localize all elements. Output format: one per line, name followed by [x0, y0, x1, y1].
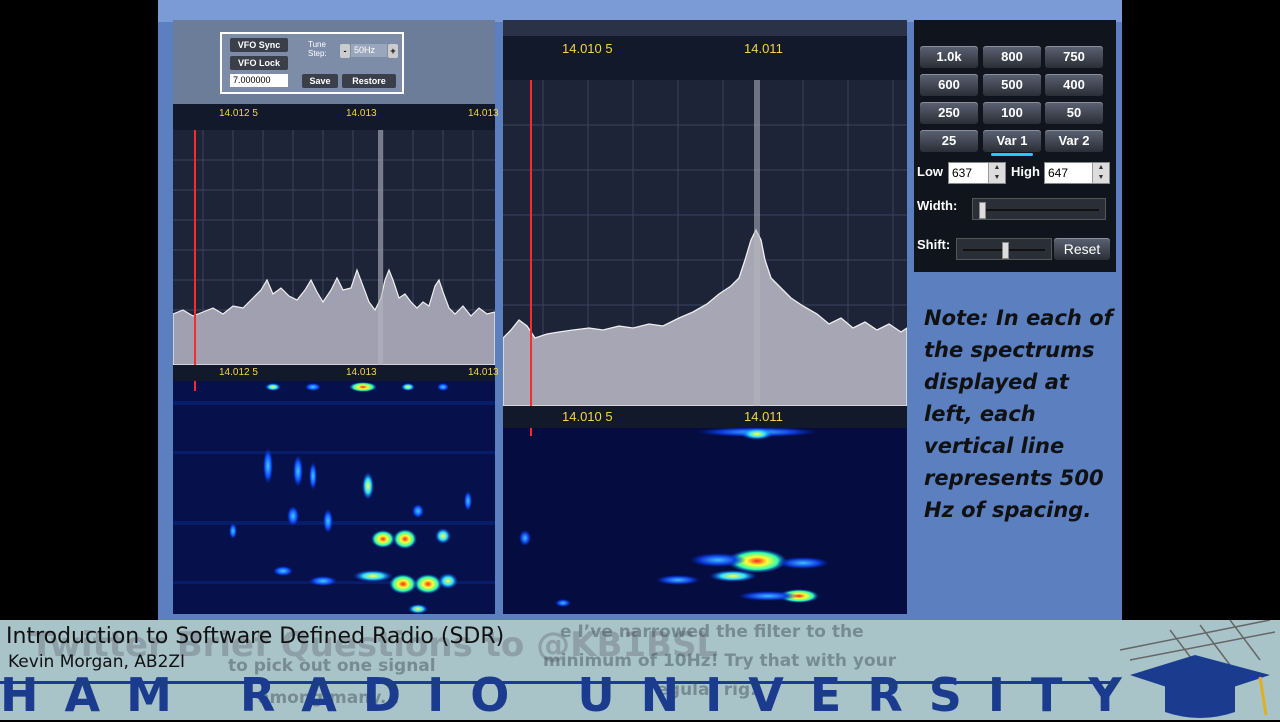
filter-reset-button[interactable]: Reset — [1054, 238, 1110, 260]
axis-tick-label: 14.011 — [744, 409, 783, 424]
filter-low-input[interactable]: 637 ▲ ▼ — [948, 162, 1006, 184]
middle-waterfall-display[interactable] — [503, 428, 907, 614]
filter-button-25[interactable]: 25 — [920, 130, 978, 152]
filter-width-label: Width: — [917, 198, 958, 213]
left-waterfall-axis: 14.012 5 14.013 14.013 — [173, 365, 499, 381]
save-button[interactable]: Save — [302, 74, 338, 88]
tune-step-value: 50Hz — [351, 44, 387, 57]
spinner-arrows-icon[interactable]: ▲ ▼ — [988, 163, 1005, 183]
filter-panel: 1.0k 800 750 600 500 400 250 100 50 25 V… — [914, 20, 1116, 272]
vfo-control-box: VFO Sync VFO Lock 7.000000 Tune Step: - … — [220, 32, 404, 94]
filter-button-800[interactable]: 800 — [983, 46, 1041, 68]
filter-high-label: High — [1011, 164, 1040, 179]
middle-waterfall-axis: 14.010 5 14.011 — [503, 406, 907, 428]
middle-spectrum-display[interactable] — [503, 80, 907, 406]
filter-button-50[interactable]: 50 — [1045, 102, 1103, 124]
filter-button-600[interactable]: 600 — [920, 74, 978, 96]
vfo-sync-button[interactable]: VFO Sync — [230, 38, 288, 52]
left-spectrum-axis: 14.012 5 14.013 14.013 — [173, 104, 499, 130]
presentation-title: Introduction to Software Defined Radio (… — [6, 624, 505, 649]
vfo-lock-button[interactable]: VFO Lock — [230, 56, 288, 70]
vfo-control-area: VFO Sync VFO Lock 7.000000 Tune Step: - … — [173, 20, 495, 104]
slider-track — [979, 209, 1099, 211]
tune-step-increase-button[interactable]: + — [388, 44, 398, 58]
axis-tick-label: 14.013 — [346, 108, 377, 119]
tune-step-label: Tune Step: — [308, 40, 327, 58]
restore-button[interactable]: Restore — [342, 74, 396, 88]
filter-button-var2[interactable]: Var 2 — [1045, 130, 1103, 152]
left-waterfall-display[interactable] — [173, 381, 495, 614]
axis-tick-label: 14.010 5 — [562, 41, 613, 56]
axis-tick-label: 14.013 — [468, 108, 499, 119]
middle-spectrum-axis: 14.010 5 14.011 — [503, 36, 907, 80]
filter-shift-slider[interactable] — [956, 238, 1052, 260]
filter-button-400[interactable]: 400 — [1045, 74, 1103, 96]
left-sdr-panel: VFO Sync VFO Lock 7.000000 Tune Step: - … — [173, 20, 499, 614]
axis-tick-label: 14.013 — [346, 367, 377, 378]
middle-sdr-panel: 14.010 5 14.011 14.010 5 14.011 — [503, 20, 907, 614]
axis-tick-label: 14.012 5 — [219, 108, 258, 119]
filter-high-input[interactable]: 647 ▲ ▼ — [1044, 162, 1110, 184]
filter-button-1k[interactable]: 1.0k — [920, 46, 978, 68]
filter-button-500[interactable]: 500 — [983, 74, 1041, 96]
slide-note: Note: In each of the spectrums displayed… — [924, 306, 1113, 522]
tune-step-decrease-button[interactable]: - — [340, 44, 350, 58]
spinner-arrows-icon[interactable]: ▲ ▼ — [1092, 163, 1109, 183]
filter-low-label: Low — [917, 164, 943, 179]
left-spectrum-display[interactable] — [173, 130, 495, 365]
filter-width-slider[interactable] — [972, 198, 1106, 220]
axis-tick-label: 14.012 5 — [219, 367, 258, 378]
axis-tick-label: 14.011 — [744, 41, 783, 56]
filter-button-750[interactable]: 750 — [1045, 46, 1103, 68]
slider-thumb[interactable] — [979, 202, 986, 219]
slide-top-band — [158, 0, 1122, 22]
filter-shift-label: Shift: — [917, 237, 951, 252]
axis-tick-label: 14.013 — [468, 367, 499, 378]
vfo-frequency-field[interactable]: 7.000000 — [230, 74, 288, 87]
axis-tick-label: 14.010 5 — [562, 409, 613, 424]
organization-wordmark: HAM RADIO UNIVERSITY — [0, 668, 1148, 722]
filter-button-100[interactable]: 100 — [983, 102, 1041, 124]
filter-button-250[interactable]: 250 — [920, 102, 978, 124]
selected-indicator — [991, 153, 1033, 156]
slider-thumb[interactable] — [1002, 242, 1009, 259]
ghost-caption-mid-line1: e I’ve narrowed the filter to the — [560, 622, 864, 642]
middle-top-strip — [503, 20, 907, 36]
filter-button-var1[interactable]: Var 1 — [983, 130, 1041, 156]
